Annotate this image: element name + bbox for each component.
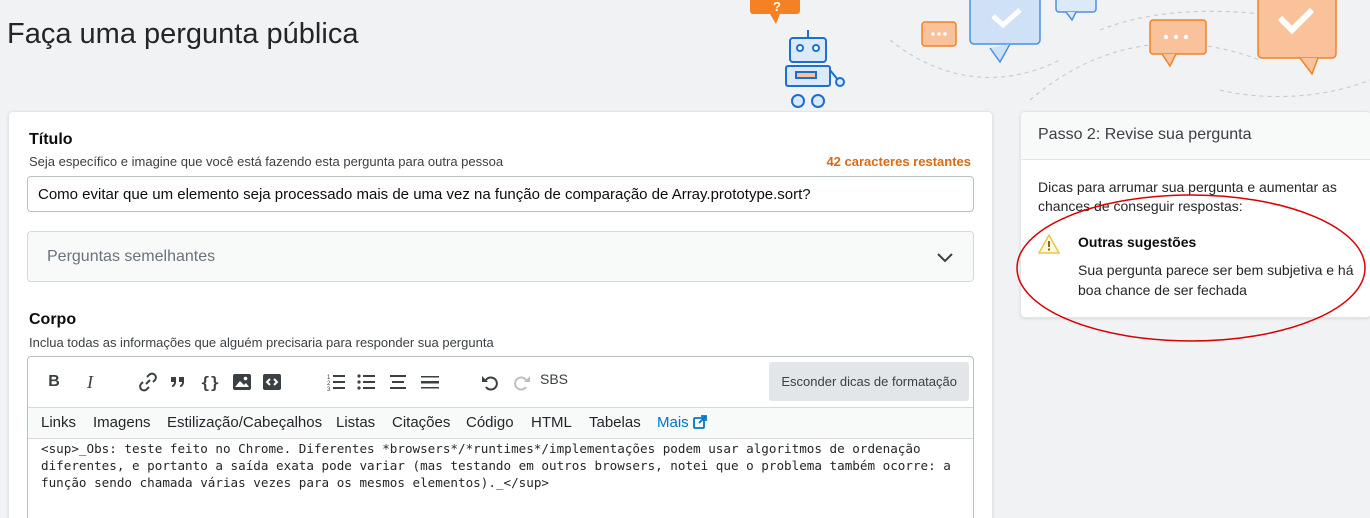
title-label: Título — [29, 131, 73, 148]
ordered-list-button[interactable]: 123 — [324, 370, 348, 394]
tip-styling[interactable]: Estilização/Cabeçalhos — [167, 414, 322, 431]
italic-button[interactable]: I — [78, 370, 102, 394]
quote-icon — [171, 377, 184, 387]
hide-formatting-tips-button[interactable]: Esconder dicas de formatação — [769, 362, 969, 401]
header-illustration: ? — [750, 0, 1370, 108]
body-editor: B I {} 123 SBS Esconder dicas de formata… — [27, 356, 974, 518]
tip-quotes[interactable]: Citações — [392, 414, 450, 431]
tip-code[interactable]: Código — [466, 414, 514, 431]
annotation-ellipse — [1016, 194, 1366, 342]
characters-remaining: 42 caracteres restantes — [826, 154, 971, 169]
code-braces-icon: {} — [200, 372, 220, 392]
tip-html[interactable]: HTML — [531, 414, 572, 431]
svg-text:3: 3 — [327, 387, 331, 392]
unordered-list-button[interactable] — [354, 370, 378, 394]
image-button[interactable] — [230, 370, 254, 394]
blockquote-button[interactable] — [166, 370, 190, 394]
ordered-list-icon: 123 — [327, 375, 345, 392]
horizontal-rule-button[interactable] — [418, 370, 442, 394]
review-panel-title: Passo 2: Revise sua pergunta — [1038, 126, 1252, 143]
link-button[interactable] — [136, 370, 160, 394]
link-icon — [139, 372, 157, 392]
code-button[interactable]: {} — [198, 370, 222, 394]
formatting-tips-bar: Links Imagens Estilização/Cabeçalhos Lis… — [28, 407, 973, 439]
tip-lists[interactable]: Listas — [336, 414, 375, 431]
redo-icon — [514, 376, 530, 391]
snippet-button[interactable] — [260, 370, 284, 394]
image-icon — [233, 374, 251, 390]
snippet-icon — [263, 374, 281, 390]
tip-tables[interactable]: Tabelas — [589, 414, 641, 431]
chevron-down-icon — [937, 253, 953, 263]
undo-button[interactable] — [478, 370, 502, 394]
redo-button[interactable] — [510, 370, 534, 394]
body-label: Corpo — [29, 311, 77, 328]
external-link-icon — [692, 415, 707, 429]
review-panel-header: Passo 2: Revise sua pergunta — [1021, 112, 1370, 160]
page-title: Faça uma pergunta pública — [7, 18, 359, 50]
title-input[interactable] — [27, 176, 974, 212]
tip-images[interactable]: Imagens — [93, 414, 151, 431]
body-textarea[interactable]: <sup>_Obs: teste feito no Chrome. Difere… — [41, 440, 961, 491]
similar-questions-label: Perguntas semelhantes — [47, 248, 216, 265]
side-by-side-button[interactable]: SBS — [540, 371, 568, 387]
question-form: Título Seja específico e imagine que voc… — [8, 111, 993, 518]
tip-more-link[interactable]: Mais — [657, 414, 707, 431]
heading-button[interactable] — [386, 370, 410, 394]
tip-more-label: Mais — [657, 414, 689, 431]
unordered-list-icon — [357, 374, 375, 390]
similar-questions-toggle[interactable]: Perguntas semelhantes — [27, 231, 974, 282]
heading-icon — [390, 375, 406, 389]
editor-toolbar: B I {} 123 SBS Esconder dicas de formata… — [28, 357, 973, 407]
undo-icon — [482, 376, 498, 391]
italic-icon: I — [87, 371, 93, 392]
bold-button[interactable]: B — [42, 370, 66, 394]
bold-icon: B — [48, 373, 60, 390]
horizontal-rule-icon — [421, 376, 439, 389]
svg-text:?: ? — [773, 0, 781, 14]
title-help: Seja específico e imagine que você está … — [29, 154, 504, 169]
body-help: Inclua todas as informações que alguém p… — [29, 335, 494, 350]
tip-links[interactable]: Links — [41, 414, 76, 431]
